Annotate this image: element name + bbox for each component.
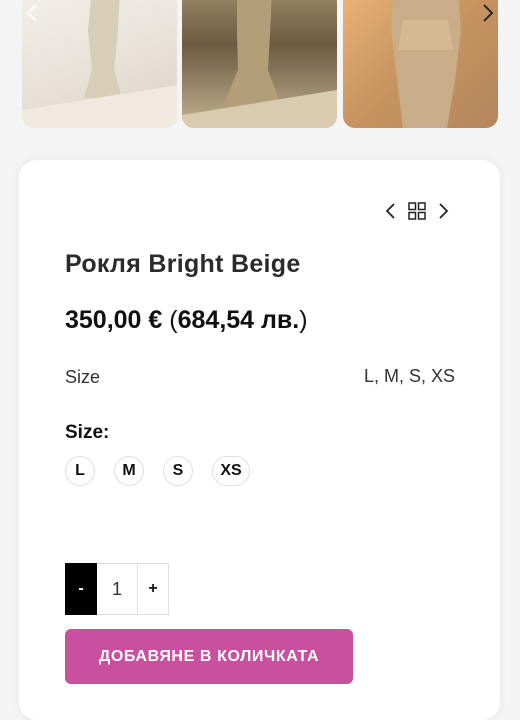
dress-image <box>391 0 461 128</box>
quantity-minus-button[interactable]: - <box>65 563 97 615</box>
size-option-l[interactable]: L <box>65 456 95 486</box>
price-open-paren: ( <box>162 306 178 334</box>
grid-icon[interactable] <box>408 202 426 220</box>
price-close-paren: ) <box>299 306 308 334</box>
product-gallery <box>0 0 520 130</box>
size-option-s[interactable]: S <box>163 456 193 486</box>
product-navigation <box>384 202 450 220</box>
gallery-next-icon[interactable] <box>478 0 498 26</box>
dress-thumbnail-3[interactable] <box>343 0 498 128</box>
quantity-input[interactable]: 1 <box>97 563 137 615</box>
chevron-left-icon[interactable] <box>384 202 398 220</box>
dress-thumbnail-1[interactable] <box>22 0 177 128</box>
quantity-stepper: - 1 + <box>65 563 169 615</box>
quantity-plus-button[interactable]: + <box>137 563 169 615</box>
size-options: L M S XS <box>65 456 250 486</box>
price-bgn: 684,54 лв. <box>177 306 300 334</box>
size-heading: Size: <box>65 422 110 443</box>
dress-thumbnail-2[interactable] <box>182 0 337 128</box>
add-to-cart-button[interactable]: ДОБАВЯНЕ В КОЛИЧКАТА <box>65 629 353 684</box>
dress-image <box>22 0 177 128</box>
size-option-m[interactable]: M <box>114 456 144 486</box>
chevron-right-icon[interactable] <box>436 202 450 220</box>
attribute-label: Size <box>65 367 101 387</box>
size-option-xs[interactable]: XS <box>212 456 250 486</box>
price-eur: 350,00 € <box>65 306 163 334</box>
attribute-value: L, M, S, XS <box>363 366 455 386</box>
dress-image <box>182 0 337 128</box>
gallery-prev-icon[interactable] <box>22 0 42 26</box>
product-title: Рокля Bright Beige <box>65 250 301 278</box>
product-price: 350,00 € (684,54 лв.) <box>65 306 308 335</box>
